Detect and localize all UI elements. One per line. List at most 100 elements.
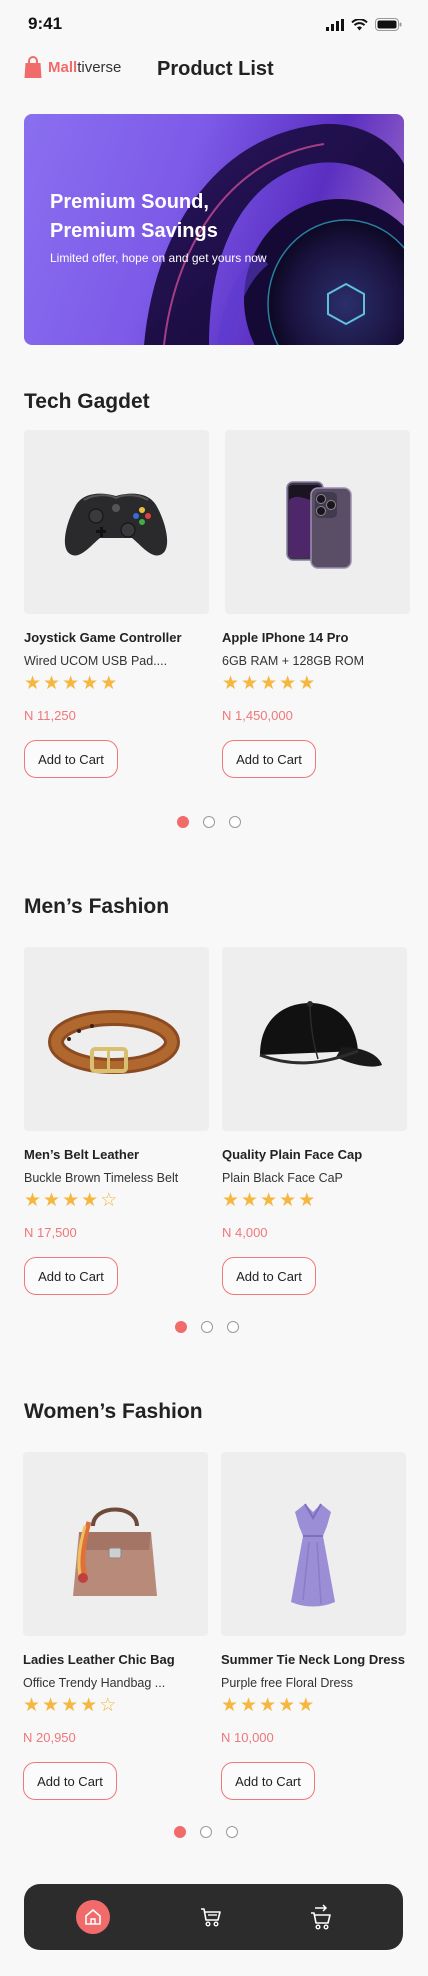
star-icon: ★ [298, 673, 316, 694]
carousel-pager [0, 1826, 428, 1840]
product-card[interactable]: Joystick Game Controller Wired UCOM USB … [24, 430, 209, 778]
product-name[interactable]: Summer Tie Neck Long Dress [221, 1652, 405, 1667]
section-title: Men’s Fashion [24, 895, 170, 918]
star-icon: ★ [43, 673, 61, 694]
logo-brand-part: tiverse [77, 59, 122, 76]
product-image[interactable] [225, 430, 410, 614]
star-icon: ★ [62, 673, 80, 694]
product-image[interactable] [24, 947, 209, 1131]
product-price: N 20,950 [23, 1730, 76, 1745]
product-card[interactable]: Apple IPhone 14 Pro 6GB RAM + 128GB ROM … [222, 430, 410, 778]
rating-stars: ★ ★ ★ ★ ★ [222, 1191, 315, 1210]
banner-title: Premium Sound, Premium Savings [50, 191, 218, 242]
star-icon: ★ [241, 673, 259, 694]
star-icon: ★ [278, 1695, 296, 1716]
product-description: 6GB RAM + 128GB ROM [222, 654, 365, 668]
gamepad-icon [64, 493, 168, 556]
product-description: Wired UCOM USB Pad.... [24, 654, 168, 668]
product-image[interactable] [222, 947, 407, 1131]
logo-brand-part: Mall [48, 59, 78, 76]
pager-dot[interactable] [229, 816, 241, 828]
dress-icon [291, 1503, 335, 1607]
checkout-cart-icon [311, 1904, 331, 1930]
rating-stars: ★ ★ ★ ★ ★ [24, 674, 117, 693]
pager-dot-active[interactable] [177, 816, 189, 828]
star-outline-icon: ☆ [99, 1695, 117, 1716]
signal-icon [326, 18, 344, 31]
product-image[interactable] [24, 430, 209, 614]
star-icon: ★ [43, 1190, 61, 1211]
product-description: Office Trendy Handbag ... [23, 1676, 166, 1690]
star-icon: ★ [260, 1190, 278, 1211]
status-time: 9:41 [28, 14, 63, 33]
product-price: N 10,000 [221, 1730, 274, 1745]
pager-dot-active[interactable] [175, 1321, 187, 1333]
product-description: Plain Black Face CaP [222, 1171, 343, 1185]
pager-dot-active[interactable] [174, 1826, 186, 1838]
star-icon: ★ [241, 1190, 259, 1211]
nav-cart[interactable] [194, 1900, 228, 1934]
star-icon: ★ [259, 1695, 277, 1716]
product-name[interactable]: Men’s Belt Leather [24, 1147, 139, 1162]
add-to-cart-button[interactable]: Add to Cart [222, 1257, 316, 1295]
add-to-cart-button[interactable]: Add to Cart [24, 1257, 118, 1295]
add-to-cart-button[interactable]: Add to Cart [222, 740, 316, 778]
status-icons [326, 18, 402, 31]
section-title: Tech Gagdet [24, 390, 150, 413]
home-icon [85, 1909, 101, 1925]
bottom-nav [24, 1884, 403, 1950]
pager-dot[interactable] [226, 1826, 238, 1838]
star-icon: ★ [297, 1695, 315, 1716]
product-image[interactable] [23, 1452, 208, 1636]
rating-stars: ★ ★ ★ ★ ☆ [23, 1696, 116, 1715]
product-price: N 1,450,000 [222, 708, 293, 723]
product-description: Purple free Floral Dress [221, 1676, 353, 1690]
pager-dot[interactable] [203, 816, 215, 828]
nav-home[interactable] [76, 1900, 110, 1934]
add-to-cart-button[interactable]: Add to Cart [24, 740, 118, 778]
product-description: Buckle Brown Timeless Belt [24, 1171, 179, 1185]
carousel-pager [0, 816, 428, 830]
battery-icon [375, 18, 402, 31]
star-icon: ★ [42, 1695, 60, 1716]
product-name[interactable]: Joystick Game Controller [24, 630, 182, 645]
shopping-bag-icon [24, 56, 42, 78]
rating-stars: ★ ★ ★ ★ ★ [222, 674, 315, 693]
nav-checkout[interactable] [304, 1900, 338, 1934]
logo[interactable]: Malltiverse [24, 56, 121, 79]
cap-icon [259, 1001, 382, 1067]
product-price: N 17,500 [24, 1225, 77, 1240]
product-price: N 4,000 [222, 1225, 268, 1240]
star-icon: ★ [81, 1190, 99, 1211]
section-title: Women’s Fashion [24, 1400, 203, 1423]
rating-stars: ★ ★ ★ ★ ★ [221, 1696, 314, 1715]
product-card[interactable]: Quality Plain Face Cap Plain Black Face … [222, 947, 407, 1295]
product-name[interactable]: Ladies Leather Chic Bag [23, 1652, 175, 1667]
product-card[interactable]: Ladies Leather Chic Bag Office Trendy Ha… [23, 1452, 208, 1800]
star-icon: ★ [81, 673, 99, 694]
carousel-pager [0, 1321, 428, 1335]
star-icon: ★ [222, 673, 240, 694]
add-to-cart-button[interactable]: Add to Cart [23, 1762, 117, 1800]
star-icon: ★ [80, 1695, 98, 1716]
promo-banner[interactable]: Premium Sound, Premium Savings Limited o… [24, 114, 404, 345]
product-name[interactable]: Apple IPhone 14 Pro [222, 630, 348, 645]
pager-dot[interactable] [201, 1321, 213, 1333]
star-icon: ★ [62, 1190, 80, 1211]
rating-stars: ★ ★ ★ ★ ☆ [24, 1191, 117, 1210]
star-icon: ★ [279, 673, 297, 694]
pager-dot[interactable] [200, 1826, 212, 1838]
product-name[interactable]: Quality Plain Face Cap [222, 1147, 362, 1162]
product-price: N 11,250 [24, 708, 76, 723]
handbag-icon [73, 1507, 157, 1596]
star-icon: ★ [240, 1695, 258, 1716]
app-header: Malltiverse Product List [0, 50, 428, 92]
star-icon: ★ [61, 1695, 79, 1716]
pager-dot[interactable] [227, 1321, 239, 1333]
product-card[interactable]: Men’s Belt Leather Buckle Brown Timeless… [24, 947, 209, 1295]
add-to-cart-button[interactable]: Add to Cart [221, 1762, 315, 1800]
product-card[interactable]: Summer Tie Neck Long Dress Purple free F… [221, 1452, 406, 1800]
star-icon: ★ [24, 1190, 42, 1211]
product-image[interactable] [221, 1452, 406, 1636]
star-icon: ★ [100, 673, 118, 694]
